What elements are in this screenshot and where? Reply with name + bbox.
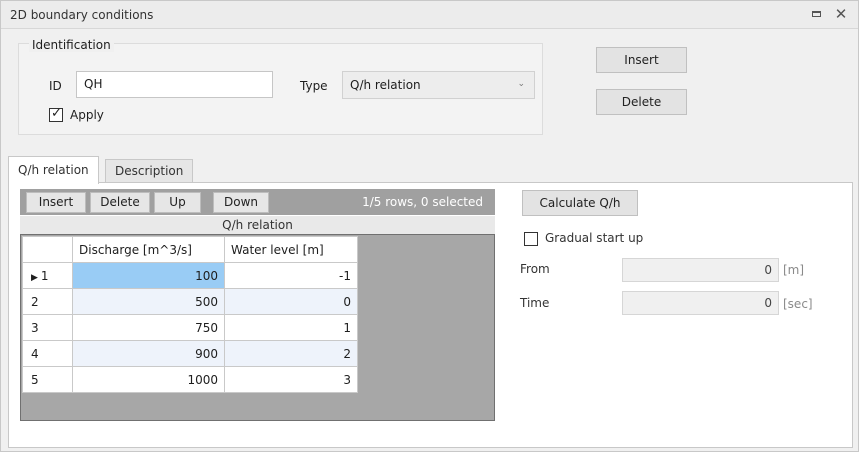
table-header-row: Discharge [m^3/s] Water level [m] [22, 236, 358, 263]
time-label: Time [520, 296, 550, 310]
table-row[interactable]: ▶ 1 100 -1 [22, 262, 358, 289]
water-level-cell[interactable]: 0 [224, 288, 358, 315]
discharge-cell[interactable]: 900 [72, 340, 225, 367]
column-header-discharge[interactable]: Discharge [m^3/s] [72, 236, 225, 263]
row-header[interactable]: 3 [22, 314, 73, 341]
discharge-cell[interactable]: 100 [72, 262, 225, 289]
grid-caption: Q/h relation [20, 216, 495, 234]
column-header-water-level[interactable]: Water level [m] [224, 236, 358, 263]
delete-button[interactable]: Delete [596, 89, 687, 115]
water-level-cell[interactable]: 2 [224, 340, 358, 367]
time-field[interactable]: 0 [622, 291, 779, 315]
water-level-cell[interactable]: -1 [224, 262, 358, 289]
discharge-cell[interactable]: 750 [72, 314, 225, 341]
check-icon: ✓ [51, 106, 62, 121]
close-icon[interactable]: ✕ [834, 7, 848, 22]
restore-icon[interactable] [809, 7, 823, 21]
insert-button[interactable]: Insert [596, 47, 687, 73]
time-unit: [sec] [783, 297, 813, 311]
type-label: Type [300, 79, 328, 93]
qh-table: Discharge [m^3/s] Water level [m] ▶ 1 100… [22, 236, 358, 393]
tab-qh-relation[interactable]: Q/h relation [8, 156, 99, 184]
row-header[interactable]: ▶ 1 [22, 262, 73, 289]
chevron-down-icon: ⌄ [517, 79, 525, 89]
row-header[interactable]: 5 [22, 366, 73, 393]
grid-up-button[interactable]: Up [154, 192, 201, 213]
from-field[interactable]: 0 [622, 258, 779, 282]
type-select-value: Q/h relation [350, 78, 421, 92]
calculate-qh-button[interactable]: Calculate Q/h [522, 190, 638, 216]
title-bar: 2D boundary conditions ✕ [1, 1, 858, 29]
grid-insert-button[interactable]: Insert [26, 192, 86, 213]
row-header[interactable]: 2 [22, 288, 73, 315]
row-header-corner [22, 236, 73, 263]
tab-description[interactable]: Description [105, 159, 194, 182]
grid-delete-button[interactable]: Delete [90, 192, 150, 213]
water-level-cell[interactable]: 1 [224, 314, 358, 341]
id-label: ID [49, 79, 62, 93]
current-row-icon: ▶ [31, 272, 38, 283]
gradual-start-checkbox[interactable] [524, 232, 538, 246]
row-header[interactable]: 4 [22, 340, 73, 367]
tab-panel: Insert Delete Up Down 1/5 rows, 0 select… [8, 182, 853, 448]
grid-toolbar: Insert Delete Up Down 1/5 rows, 0 select… [20, 189, 495, 215]
gradual-start-label: Gradual start up [545, 231, 644, 245]
from-unit: [m] [783, 263, 805, 277]
grid-row-info: 1/5 rows, 0 selected [362, 195, 483, 209]
qh-grid: Discharge [m^3/s] Water level [m] ▶ 1 100… [20, 234, 495, 421]
type-select[interactable]: Q/h relation ⌄ [342, 71, 535, 99]
discharge-cell[interactable]: 1000 [72, 366, 225, 393]
apply-checkbox[interactable]: ✓ [49, 106, 63, 122]
grid-down-button[interactable]: Down [213, 192, 269, 213]
from-label: From [520, 262, 550, 276]
apply-label: Apply [70, 108, 104, 122]
table-row[interactable]: 4 900 2 [22, 340, 358, 367]
table-row[interactable]: 5 1000 3 [22, 366, 358, 393]
boundary-conditions-window: 2D boundary conditions ✕ Identification … [0, 0, 859, 452]
id-field[interactable]: QH [76, 71, 273, 98]
discharge-cell[interactable]: 500 [72, 288, 225, 315]
table-row[interactable]: 2 500 0 [22, 288, 358, 315]
window-title: 2D boundary conditions [10, 8, 154, 22]
water-level-cell[interactable]: 3 [224, 366, 358, 393]
identification-legend: Identification [29, 38, 114, 52]
table-row[interactable]: 3 750 1 [22, 314, 358, 341]
